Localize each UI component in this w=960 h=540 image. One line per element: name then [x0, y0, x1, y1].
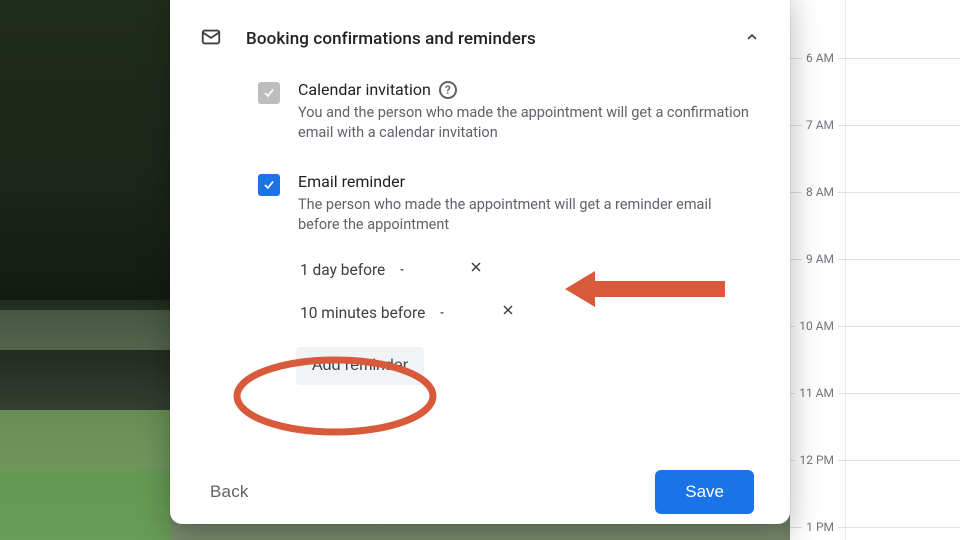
option-email-reminder: Email reminder The person who made the a…	[258, 172, 760, 236]
reminder-time-value: 1 day before	[300, 261, 385, 279]
annotation-arrow	[565, 265, 735, 313]
option-desc: The person who made the appointment will…	[298, 195, 752, 236]
remove-reminder-button[interactable]	[462, 255, 490, 284]
calendar-time-column: 6 AM 7 AM 8 AM 9 AM 10 AM 11 AM 12 PM 1 …	[790, 0, 960, 540]
reminder-time-value: 10 minutes before	[300, 304, 425, 322]
annotation-ellipse	[230, 353, 440, 439]
time-label: 9 AM	[802, 252, 838, 266]
time-label: 7 AM	[802, 118, 838, 132]
help-icon[interactable]: ?	[439, 81, 457, 99]
checkbox-email-reminder[interactable]	[258, 174, 280, 196]
option-calendar-invitation: Calendar invitation ? You and the person…	[258, 80, 760, 144]
time-label: 6 AM	[802, 51, 838, 65]
option-title: Calendar invitation	[298, 80, 431, 99]
reminder-time-dropdown[interactable]: 1 day before	[300, 261, 440, 279]
back-button[interactable]: Back	[210, 482, 249, 502]
time-label: 10 AM	[795, 319, 838, 333]
section-title: Booking confirmations and reminders	[246, 29, 720, 49]
checkbox-calendar-invitation	[258, 82, 280, 104]
save-button[interactable]: Save	[655, 470, 754, 514]
time-label: 11 AM	[795, 386, 838, 400]
time-label: 1 PM	[802, 520, 838, 534]
time-label: 12 PM	[795, 453, 838, 467]
reminder-time-dropdown[interactable]: 10 minutes before	[300, 304, 472, 322]
dropdown-caret-icon	[437, 304, 447, 322]
chevron-up-icon[interactable]	[744, 29, 760, 49]
booking-settings-panel: Booking confirmations and reminders Cale…	[170, 0, 790, 524]
remove-reminder-button[interactable]	[494, 298, 522, 327]
option-desc: You and the person who made the appointm…	[298, 103, 752, 144]
section-header[interactable]: Booking confirmations and reminders	[200, 8, 760, 52]
option-title: Email reminder	[298, 172, 405, 191]
time-label: 8 AM	[802, 185, 838, 199]
dropdown-caret-icon	[397, 261, 407, 279]
mail-icon	[200, 26, 222, 52]
